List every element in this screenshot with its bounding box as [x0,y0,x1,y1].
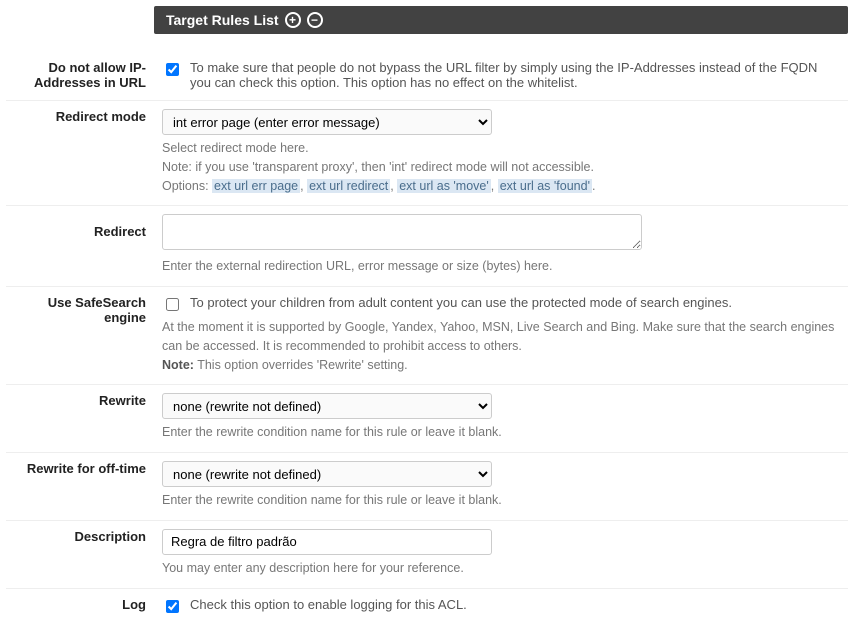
rewrite-off-help: Enter the rewrite condition name for thi… [162,491,840,510]
safesearch-label: Use SafeSearch engine [6,287,154,385]
noip-label: Do not allow IP-Addresses in URL [6,52,154,101]
noip-text: To make sure that people do not bypass t… [190,60,840,90]
redirect-mode-help2: Note: if you use 'transparent proxy', th… [162,158,840,177]
minus-icon[interactable]: − [307,12,323,28]
log-checkbox[interactable] [166,600,179,613]
redirect-mode-help3: Options: ext url err page, ext url redir… [162,177,840,196]
noip-checkbox[interactable] [166,63,179,76]
safesearch-checkbox[interactable] [166,298,179,311]
opt-link[interactable]: ext url redirect [307,179,390,193]
description-help: You may enter any description here for y… [162,559,840,578]
safesearch-note-text: This option overrides 'Rewrite' setting. [194,358,408,372]
header-title: Target Rules List [166,12,279,28]
target-rules-header: Target Rules List + − [154,6,848,34]
redirect-help: Enter the external redirection URL, erro… [162,257,840,276]
safesearch-help: At the moment it is supported by Google,… [162,320,834,353]
redirect-mode-label: Redirect mode [6,101,154,206]
safesearch-text: To protect your children from adult cont… [190,295,732,310]
description-input[interactable] [162,529,492,555]
plus-icon[interactable]: + [285,12,301,28]
rewrite-off-select[interactable]: none (rewrite not defined) [162,461,492,487]
opt-link[interactable]: ext url as 'move' [397,179,491,193]
log-label: Log [6,588,154,626]
rewrite-off-label: Rewrite for off-time [6,453,154,521]
log-text: Check this option to enable logging for … [190,597,467,612]
rewrite-select[interactable]: none (rewrite not defined) [162,393,492,419]
redirect-textarea[interactable] [162,214,642,250]
opt-link[interactable]: ext url as 'found' [498,179,592,193]
description-label: Description [6,520,154,588]
redirect-mode-select[interactable]: int error page (enter error message) [162,109,492,135]
redirect-mode-help1: Select redirect mode here. [162,139,840,158]
rewrite-label: Rewrite [6,385,154,453]
rewrite-help: Enter the rewrite condition name for thi… [162,423,840,442]
redirect-label: Redirect [6,206,154,287]
opt-link[interactable]: ext url err page [212,179,300,193]
safesearch-note-label: Note: [162,358,194,372]
